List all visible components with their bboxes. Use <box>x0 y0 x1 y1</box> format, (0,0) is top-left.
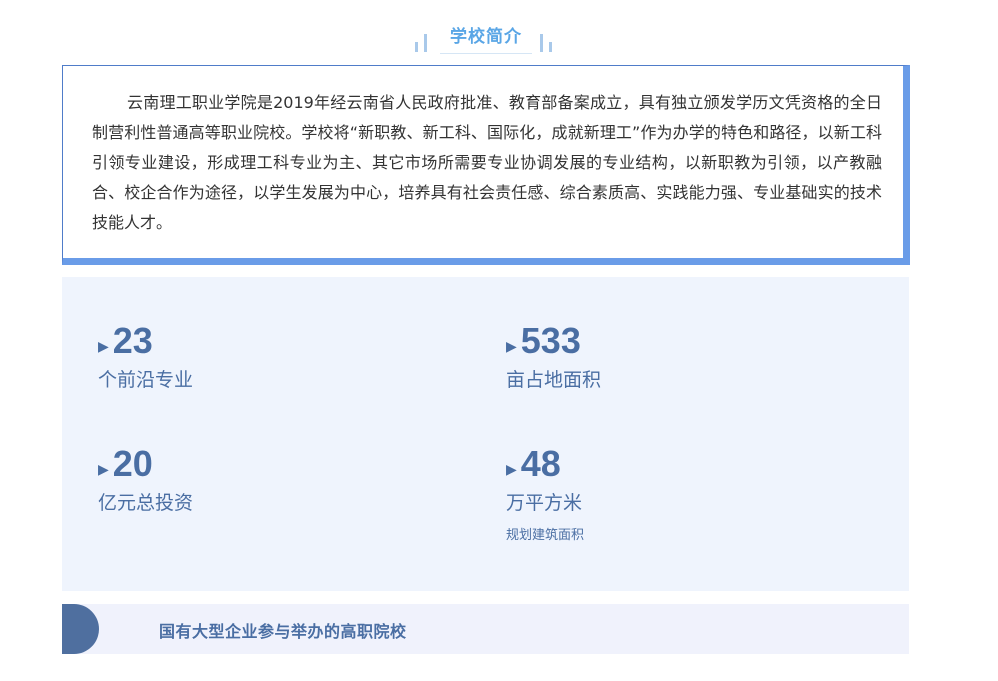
stat-building-area: ▶ 48 万平方米 规划建筑面积 <box>506 442 584 543</box>
stat-label: 个前沿专业 <box>98 369 194 391</box>
feature-banner: 国有大型企业参与举办的高职院校 <box>62 604 909 654</box>
section-title: 学校简介 <box>440 22 532 54</box>
decor-bar <box>424 34 427 52</box>
stat-value-row: ▶ 533 <box>506 319 601 363</box>
title-decoration-right <box>540 32 556 52</box>
stat-value: 48 <box>520 443 561 484</box>
stat-value: 23 <box>112 320 153 361</box>
stat-majors: ▶ 23 个前沿专业 <box>98 319 193 393</box>
intro-paragraph: 云南理工职业学院是2019年经云南省人民政府批准、教育部备案成立，具有独立颁发学… <box>92 93 882 232</box>
triangle-right-icon: ▶ <box>98 462 109 478</box>
stat-value-row: ▶ 23 <box>98 319 193 363</box>
stat-value-row: ▶ 48 <box>506 442 584 486</box>
stat-label: 万平方米 <box>506 492 583 514</box>
title-decoration-left <box>415 32 431 52</box>
stat-value: 20 <box>112 443 153 484</box>
stat-value-row: ▶ 20 <box>98 442 193 486</box>
stat-label: 亿元总投资 <box>98 492 194 514</box>
decor-bar <box>540 34 543 52</box>
triangle-right-icon: ▶ <box>506 462 517 478</box>
stat-campus-area: ▶ 533 亩占地面积 <box>506 319 601 393</box>
decor-bar <box>549 42 552 52</box>
banner-text: 国有大型企业参与举办的高职院校 <box>159 622 407 641</box>
triangle-right-icon: ▶ <box>98 339 109 355</box>
stat-investment: ▶ 20 亿元总投资 <box>98 442 193 516</box>
section-header: 学校简介 <box>0 18 998 58</box>
stats-panel: ▶ 23 个前沿专业 ▶ 533 亩占地面积 ▶ 20 亿元总投资 ▶ 48 万… <box>62 277 909 591</box>
stat-note: 规划建筑面积 <box>506 528 585 543</box>
stat-label: 亩占地面积 <box>506 369 602 391</box>
intro-box: 云南理工职业学院是2019年经云南省人民政府批准、教育部备案成立，具有独立颁发学… <box>62 65 910 265</box>
banner-half-circle <box>62 604 99 654</box>
triangle-right-icon: ▶ <box>506 339 517 355</box>
decor-bar <box>415 42 418 52</box>
stat-value: 533 <box>520 320 581 361</box>
